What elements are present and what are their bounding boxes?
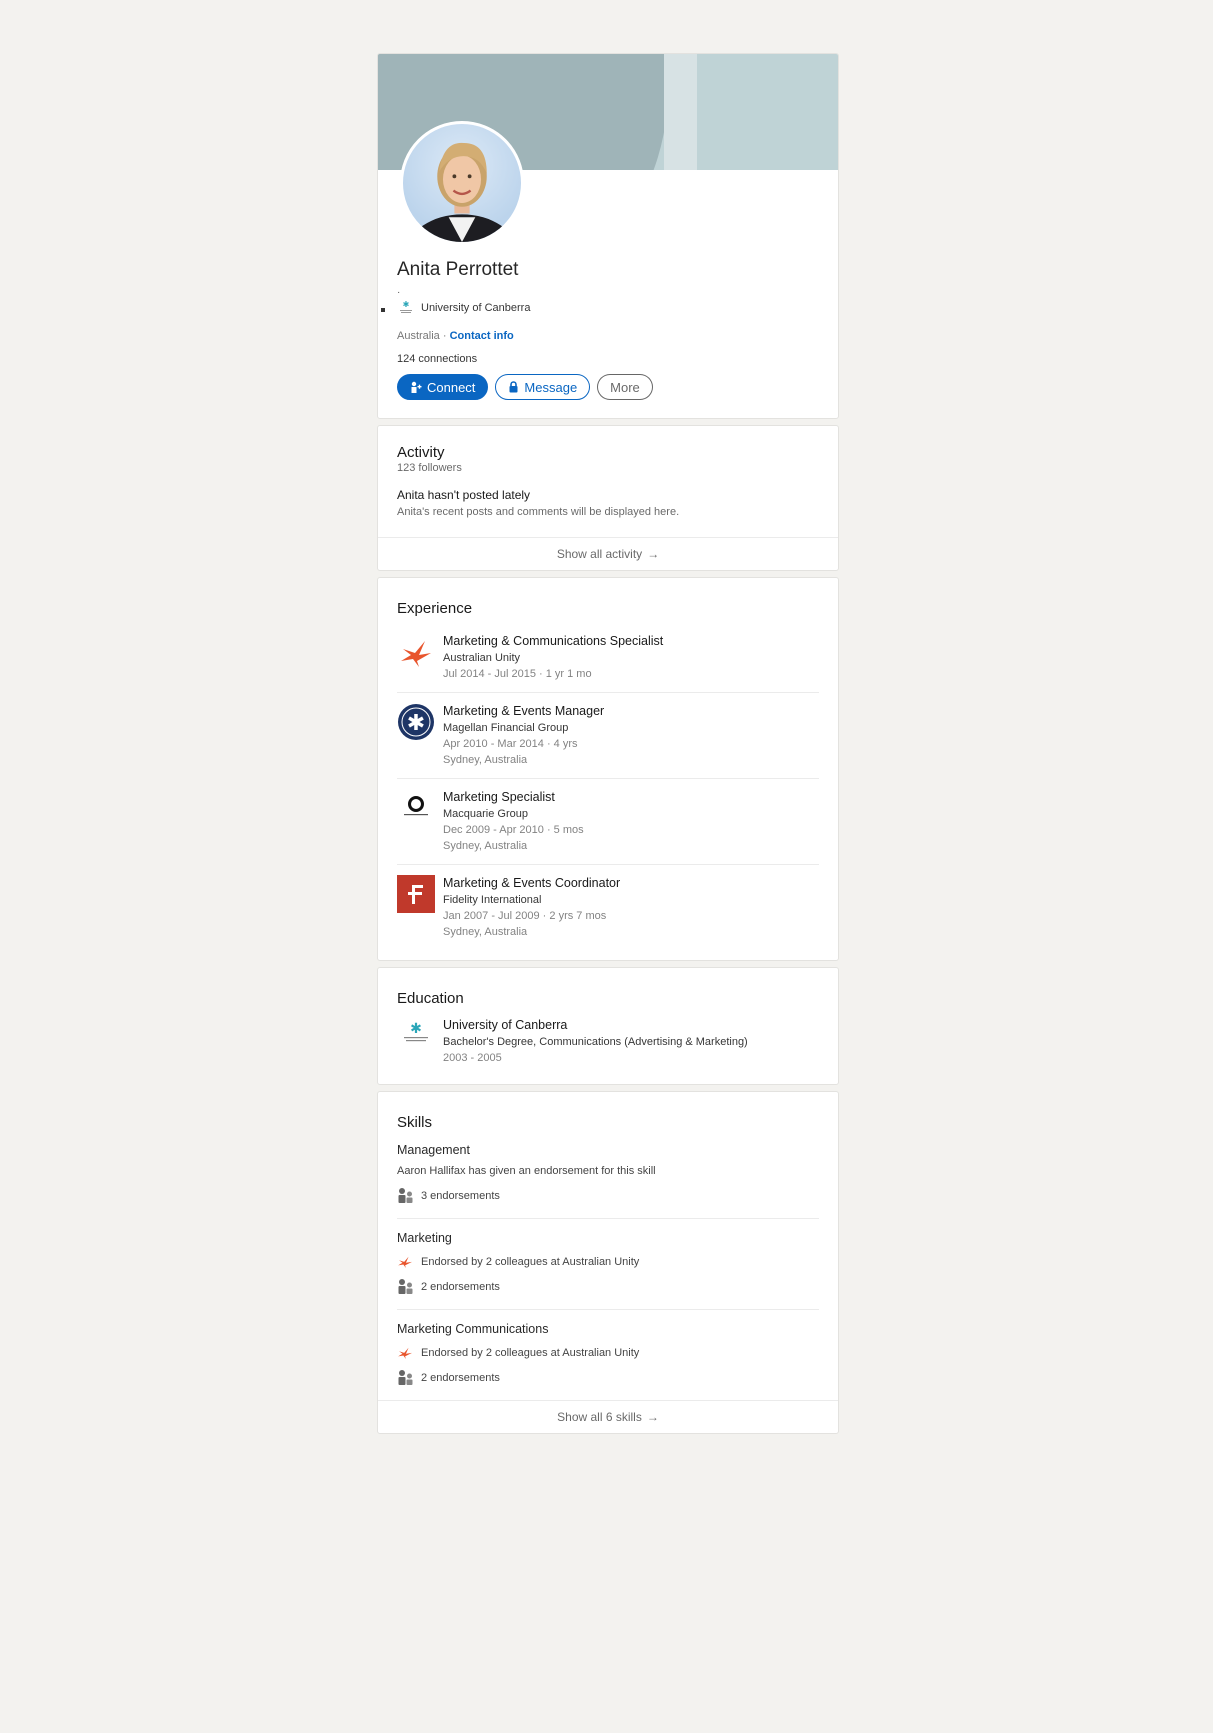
uc-logo: ✱	[398, 300, 414, 316]
headline: ·	[397, 287, 401, 298]
svg-text:✱: ✱	[410, 1021, 422, 1037]
skill-item[interactable]: Marketing Communications Endorsed by 2 c…	[397, 1310, 819, 1400]
experience-item[interactable]: Marketing & Communications Specialist Au…	[397, 623, 819, 693]
education-degree: Bachelor's Degree, Communications (Adver…	[443, 1036, 748, 1048]
avatar[interactable]	[400, 121, 524, 245]
location-row: Australia · Contact info	[397, 330, 514, 342]
profile-actions: Connect Message More	[397, 374, 653, 400]
education-school: University of Canberra	[443, 1018, 568, 1032]
message-button[interactable]: Message	[495, 374, 591, 400]
people-icon	[398, 1279, 413, 1294]
svg-text:✱: ✱	[407, 711, 425, 736]
education-item[interactable]: ✱ University of Canberra Bachelor's Degr…	[397, 1007, 819, 1076]
activity-title: Activity	[397, 444, 445, 461]
education-years: 2003 - 2005	[443, 1052, 502, 1064]
activity-empty-text: Anita's recent posts and comments will b…	[397, 506, 680, 518]
education-title: Education	[397, 990, 464, 1007]
connections-count[interactable]: 124 connections	[397, 353, 477, 365]
skills-title: Skills	[397, 1114, 433, 1131]
experience-item[interactable]: Marketing & Events Coordinator Fidelity …	[397, 865, 819, 950]
magellan-logo: ✱	[397, 703, 435, 741]
fidelity-logo	[397, 875, 435, 913]
profile-name: Anita Perrottet	[397, 259, 519, 280]
activity-empty-title: Anita hasn't posted lately	[397, 488, 531, 502]
macquarie-logo	[397, 789, 435, 827]
activity-section: Activity 123 followers Anita hasn't post…	[377, 425, 839, 571]
experience-section: Experience Marketing & Communications Sp…	[377, 577, 839, 961]
profile-top-card: Anita Perrottet · ✱ University of Canber…	[377, 53, 839, 419]
svg-text:✱: ✱	[403, 300, 410, 309]
experience-item[interactable]: Marketing Specialist Macquarie Group Dec…	[397, 779, 819, 865]
followers-count: 123 followers	[397, 462, 462, 474]
more-button[interactable]: More	[597, 374, 653, 400]
people-icon	[398, 1370, 413, 1385]
australian-unity-logo	[397, 633, 435, 671]
uc-logo: ✱	[397, 1017, 435, 1055]
arrow-right-icon: →	[646, 1410, 659, 1424]
skills-section: Skills Management Aaron Hallifax has giv…	[377, 1091, 839, 1434]
school-name: University of Canberra	[421, 302, 531, 314]
lock-icon	[509, 381, 518, 393]
experience-title: Experience	[397, 600, 473, 617]
people-icon	[398, 1188, 413, 1203]
australian-unity-logo	[398, 1256, 412, 1268]
profile-column: Anita Perrottet · ✱ University of Canber…	[377, 53, 839, 1440]
show-all-activity-button[interactable]: Show all activity →	[378, 537, 838, 570]
australian-unity-logo	[398, 1347, 412, 1359]
skill-item[interactable]: Marketing Endorsed by 2 colleagues at Au…	[397, 1219, 819, 1310]
show-all-skills-button[interactable]: Show all 6 skills →	[378, 1400, 838, 1433]
skill-item[interactable]: Management Aaron Hallifax has given an e…	[397, 1131, 819, 1219]
experience-item[interactable]: ✱ Marketing & Events Manager Magellan Fi…	[397, 693, 819, 779]
connect-icon	[411, 381, 422, 393]
contact-info-link[interactable]: Contact info	[450, 330, 514, 342]
current-school[interactable]: ✱ University of Canberra	[381, 300, 530, 316]
connect-button[interactable]: Connect	[397, 374, 489, 400]
education-section: Education ✱ University of Canberra Bache…	[377, 967, 839, 1085]
location: Australia	[397, 330, 440, 342]
arrow-right-icon: →	[647, 547, 660, 561]
